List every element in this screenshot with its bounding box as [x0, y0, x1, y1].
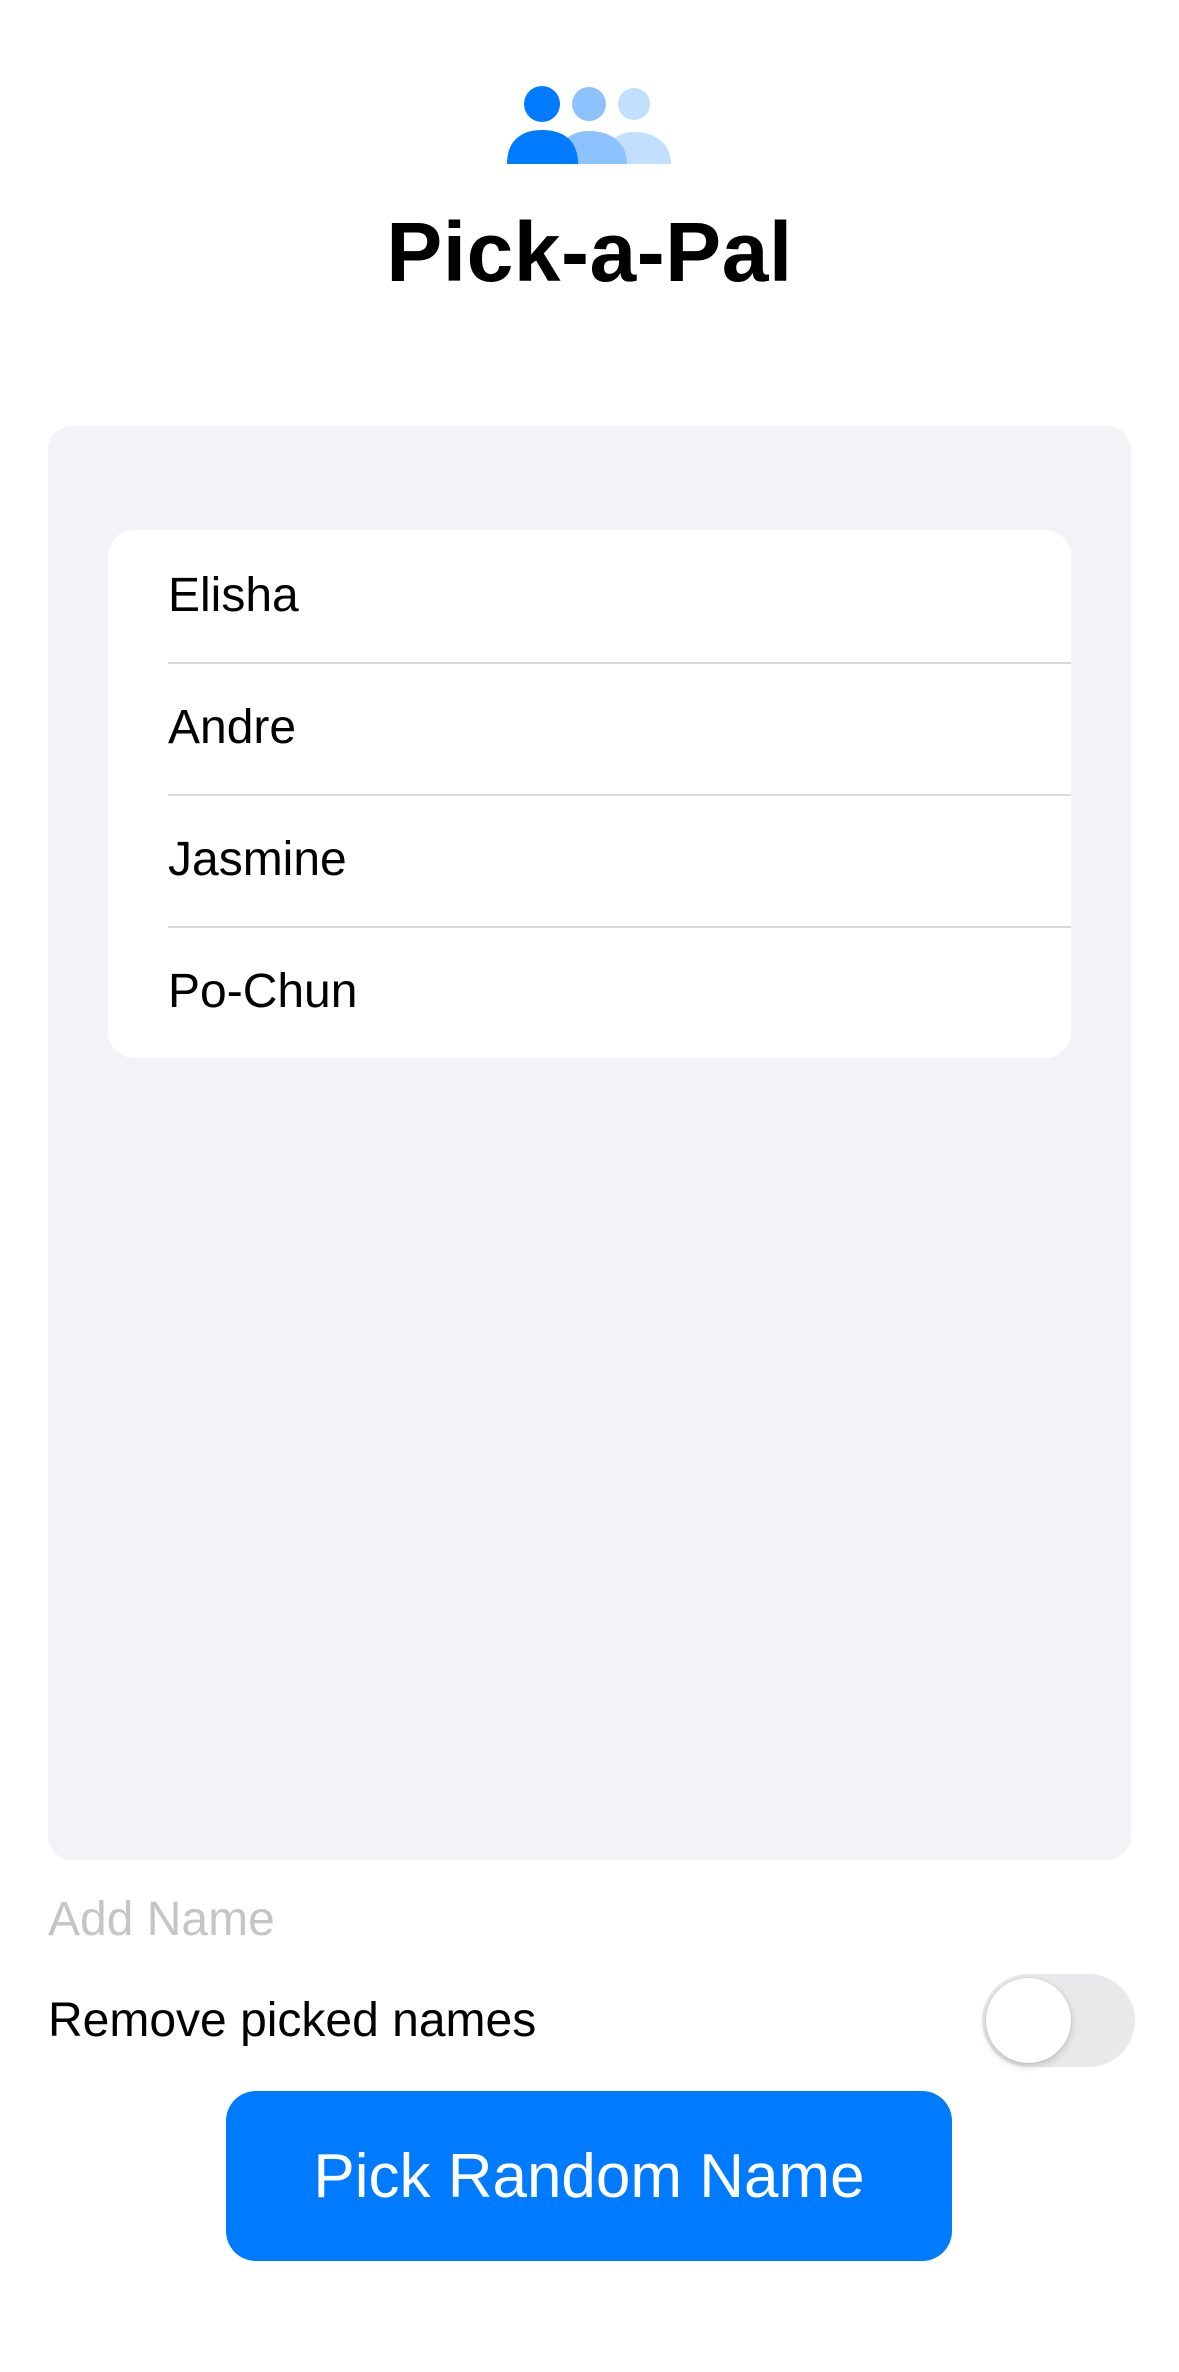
toggle-knob [986, 1978, 1071, 2063]
add-name-input[interactable] [48, 1888, 948, 1950]
remove-picked-label: Remove picked names [48, 1994, 537, 2047]
list-item[interactable]: Elisha [108, 530, 1071, 662]
app-screen: Pick-a-Pal Elisha Andre Jasmine Po-Chun … [0, 0, 1179, 2372]
pick-random-name-button[interactable]: Pick Random Name [226, 2091, 952, 2261]
list-item[interactable]: Po-Chun [108, 926, 1071, 1058]
person-3-icon [507, 86, 671, 164]
page-title: Pick-a-Pal [386, 205, 793, 299]
names-list[interactable]: Elisha Andre Jasmine Po-Chun [48, 426, 1131, 1860]
list-item[interactable]: Andre [108, 662, 1071, 794]
remove-picked-toggle[interactable] [982, 1974, 1135, 2067]
names-list-card: Elisha Andre Jasmine Po-Chun [108, 530, 1071, 1058]
list-item[interactable]: Jasmine [108, 794, 1071, 926]
